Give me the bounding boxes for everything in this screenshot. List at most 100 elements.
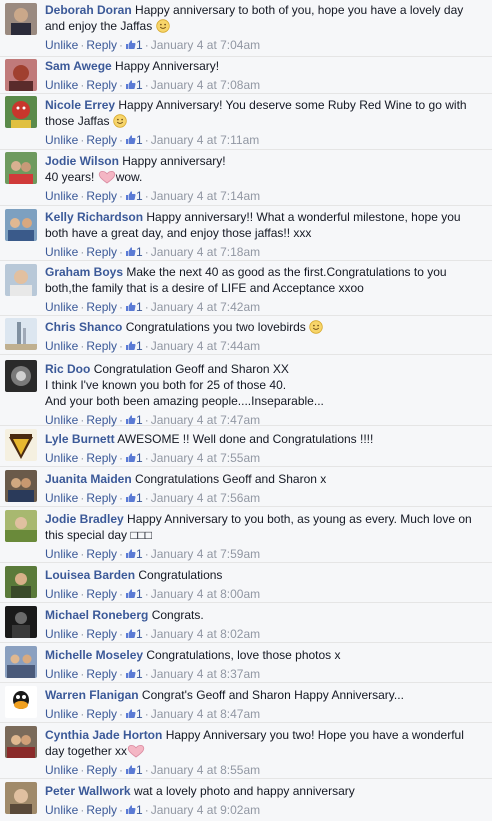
comment-author[interactable]: Chris Shanco bbox=[45, 320, 122, 334]
reply-link[interactable]: Reply bbox=[86, 78, 117, 92]
like-count[interactable]: 1 bbox=[136, 547, 143, 561]
timestamp[interactable]: January 4 at 7:44am bbox=[151, 339, 260, 353]
timestamp[interactable]: January 4 at 7:04am bbox=[151, 38, 260, 52]
comment-author[interactable]: Graham Boys bbox=[45, 265, 123, 279]
avatar[interactable] bbox=[5, 264, 37, 296]
like-count[interactable]: 1 bbox=[136, 667, 143, 681]
thumbs-up-icon[interactable] bbox=[125, 340, 136, 351]
unlike-link[interactable]: Unlike bbox=[45, 38, 78, 52]
comment-author[interactable]: Cynthia Jade Horton bbox=[45, 728, 162, 742]
like-count[interactable]: 1 bbox=[136, 491, 143, 505]
thumbs-up-icon[interactable] bbox=[125, 548, 136, 559]
avatar[interactable] bbox=[5, 152, 37, 184]
like-count[interactable]: 1 bbox=[136, 413, 143, 427]
timestamp[interactable]: January 4 at 7:55am bbox=[151, 451, 260, 465]
comment-author[interactable]: Nicole Errey bbox=[45, 98, 115, 112]
avatar[interactable] bbox=[5, 96, 37, 128]
timestamp[interactable]: January 4 at 7:59am bbox=[151, 547, 260, 561]
avatar[interactable] bbox=[5, 470, 37, 502]
like-count[interactable]: 1 bbox=[136, 245, 143, 259]
thumbs-up-icon[interactable] bbox=[125, 804, 136, 815]
unlike-link[interactable]: Unlike bbox=[45, 707, 78, 721]
reply-link[interactable]: Reply bbox=[86, 189, 117, 203]
like-count[interactable]: 1 bbox=[136, 803, 143, 817]
thumbs-up-icon[interactable] bbox=[125, 764, 136, 775]
avatar[interactable] bbox=[5, 726, 37, 758]
timestamp[interactable]: January 4 at 8:55am bbox=[151, 763, 260, 777]
timestamp[interactable]: January 4 at 8:47am bbox=[151, 707, 260, 721]
reply-link[interactable]: Reply bbox=[86, 38, 117, 52]
avatar[interactable] bbox=[5, 782, 37, 814]
thumbs-up-icon[interactable] bbox=[125, 452, 136, 463]
unlike-link[interactable]: Unlike bbox=[45, 339, 78, 353]
thumbs-up-icon[interactable] bbox=[125, 301, 136, 312]
comment-author[interactable]: Michelle Moseley bbox=[45, 648, 143, 662]
timestamp[interactable]: January 4 at 7:47am bbox=[151, 413, 260, 427]
thumbs-up-icon[interactable] bbox=[125, 79, 136, 90]
avatar[interactable] bbox=[5, 646, 37, 678]
thumbs-up-icon[interactable] bbox=[125, 134, 136, 145]
reply-link[interactable]: Reply bbox=[86, 803, 117, 817]
like-count[interactable]: 1 bbox=[136, 587, 143, 601]
comment-author[interactable]: Michael Roneberg bbox=[45, 608, 148, 622]
comment-author[interactable]: Jodie Wilson bbox=[45, 154, 119, 168]
unlike-link[interactable]: Unlike bbox=[45, 245, 78, 259]
unlike-link[interactable]: Unlike bbox=[45, 78, 78, 92]
timestamp[interactable]: January 4 at 8:02am bbox=[151, 627, 260, 641]
comment-author[interactable]: Deborah Doran bbox=[45, 3, 132, 17]
reply-link[interactable]: Reply bbox=[86, 587, 117, 601]
reply-link[interactable]: Reply bbox=[86, 707, 117, 721]
like-count[interactable]: 1 bbox=[136, 189, 143, 203]
reply-link[interactable]: Reply bbox=[86, 627, 117, 641]
thumbs-up-icon[interactable] bbox=[125, 588, 136, 599]
unlike-link[interactable]: Unlike bbox=[45, 300, 78, 314]
comment-author[interactable]: Peter Wallwork bbox=[45, 784, 131, 798]
unlike-link[interactable]: Unlike bbox=[45, 189, 78, 203]
reply-link[interactable]: Reply bbox=[86, 547, 117, 561]
comment-author[interactable]: Ric Doo bbox=[45, 362, 90, 376]
comment-author[interactable]: Jodie Bradley bbox=[45, 512, 124, 526]
thumbs-up-icon[interactable] bbox=[125, 414, 136, 425]
comment-author[interactable]: Warren Flanigan bbox=[45, 688, 139, 702]
reply-link[interactable]: Reply bbox=[86, 763, 117, 777]
avatar[interactable] bbox=[5, 686, 37, 718]
thumbs-up-icon[interactable] bbox=[125, 492, 136, 503]
reply-link[interactable]: Reply bbox=[86, 339, 117, 353]
unlike-link[interactable]: Unlike bbox=[45, 803, 78, 817]
unlike-link[interactable]: Unlike bbox=[45, 413, 78, 427]
thumbs-up-icon[interactable] bbox=[125, 190, 136, 201]
thumbs-up-icon[interactable] bbox=[125, 246, 136, 257]
timestamp[interactable]: January 4 at 8:37am bbox=[151, 667, 260, 681]
avatar[interactable] bbox=[5, 3, 37, 35]
reply-link[interactable]: Reply bbox=[86, 413, 117, 427]
avatar[interactable] bbox=[5, 606, 37, 638]
avatar[interactable] bbox=[5, 59, 37, 91]
avatar[interactable] bbox=[5, 209, 37, 241]
timestamp[interactable]: January 4 at 7:14am bbox=[151, 189, 260, 203]
comment-author[interactable]: Kelly Richardson bbox=[45, 210, 143, 224]
timestamp[interactable]: January 4 at 8:00am bbox=[151, 587, 260, 601]
unlike-link[interactable]: Unlike bbox=[45, 547, 78, 561]
unlike-link[interactable]: Unlike bbox=[45, 133, 78, 147]
like-count[interactable]: 1 bbox=[136, 38, 143, 52]
thumbs-up-icon[interactable] bbox=[125, 708, 136, 719]
thumbs-up-icon[interactable] bbox=[125, 668, 136, 679]
thumbs-up-icon[interactable] bbox=[125, 628, 136, 639]
unlike-link[interactable]: Unlike bbox=[45, 587, 78, 601]
avatar[interactable] bbox=[5, 318, 37, 350]
unlike-link[interactable]: Unlike bbox=[45, 627, 78, 641]
reply-link[interactable]: Reply bbox=[86, 491, 117, 505]
unlike-link[interactable]: Unlike bbox=[45, 763, 78, 777]
avatar[interactable] bbox=[5, 429, 37, 461]
like-count[interactable]: 1 bbox=[136, 627, 143, 641]
timestamp[interactable]: January 4 at 7:08am bbox=[151, 78, 260, 92]
timestamp[interactable]: January 4 at 7:42am bbox=[151, 300, 260, 314]
reply-link[interactable]: Reply bbox=[86, 451, 117, 465]
like-count[interactable]: 1 bbox=[136, 78, 143, 92]
reply-link[interactable]: Reply bbox=[86, 133, 117, 147]
comment-author[interactable]: Juanita Maiden bbox=[45, 472, 132, 486]
reply-link[interactable]: Reply bbox=[86, 300, 117, 314]
like-count[interactable]: 1 bbox=[136, 300, 143, 314]
reply-link[interactable]: Reply bbox=[86, 667, 117, 681]
like-count[interactable]: 1 bbox=[136, 133, 143, 147]
